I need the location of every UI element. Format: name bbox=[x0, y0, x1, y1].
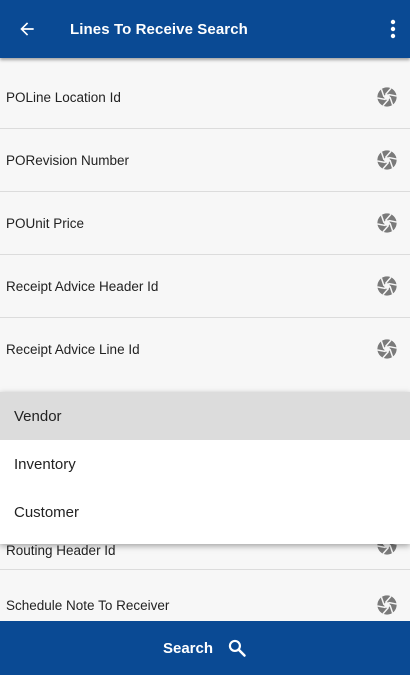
aperture-icon[interactable] bbox=[376, 275, 398, 297]
back-button[interactable] bbox=[0, 0, 54, 58]
field-row-poline-location-id[interactable]: POLine Location Id bbox=[0, 66, 410, 129]
dropdown-menu: Vendor Inventory Customer bbox=[0, 392, 410, 544]
aperture-icon[interactable] bbox=[376, 86, 398, 108]
overflow-menu-button[interactable] bbox=[376, 0, 410, 58]
dropdown-option-customer[interactable]: Customer bbox=[0, 488, 410, 536]
more-vertical-icon bbox=[390, 19, 396, 39]
aperture-icon[interactable] bbox=[376, 594, 398, 616]
field-label: Receipt Advice Header Id bbox=[6, 278, 159, 294]
field-label: POLine Location Id bbox=[6, 89, 121, 105]
aperture-icon[interactable] bbox=[376, 212, 398, 234]
arrow-left-icon bbox=[20, 22, 34, 36]
field-row-schedule-note-to-receiver[interactable]: Schedule Note To Receiver bbox=[0, 571, 410, 621]
search-button[interactable]: Search bbox=[0, 621, 410, 675]
field-label: Receipt Advice Line Id bbox=[6, 341, 140, 357]
field-label: Routing Header Id bbox=[6, 543, 116, 558]
dropdown-option-inventory[interactable]: Inventory bbox=[0, 440, 410, 488]
app-bar: Lines To Receive Search bbox=[0, 0, 410, 58]
field-row-receipt-advice-line-id[interactable]: Receipt Advice Line Id bbox=[0, 318, 410, 381]
field-row-receipt-advice-header-id[interactable]: Receipt Advice Header Id bbox=[0, 255, 410, 318]
aperture-icon[interactable] bbox=[376, 149, 398, 171]
field-row-pounit-price[interactable]: POUnit Price bbox=[0, 192, 410, 255]
aperture-icon[interactable] bbox=[376, 338, 398, 360]
field-row-porevision-number[interactable]: PORevision Number bbox=[0, 129, 410, 192]
field-label: PORevision Number bbox=[6, 152, 130, 168]
field-label: Schedule Note To Receiver bbox=[6, 597, 170, 613]
list-gap bbox=[0, 377, 410, 392]
field-label: POUnit Price bbox=[6, 215, 85, 231]
search-icon bbox=[228, 639, 246, 657]
page-title: Lines To Receive Search bbox=[70, 20, 248, 38]
field-list: POLine Location Id PORevision Number POU… bbox=[0, 66, 410, 381]
dropdown-option-vendor[interactable]: Vendor bbox=[0, 392, 410, 440]
search-label: Search bbox=[162, 639, 214, 657]
